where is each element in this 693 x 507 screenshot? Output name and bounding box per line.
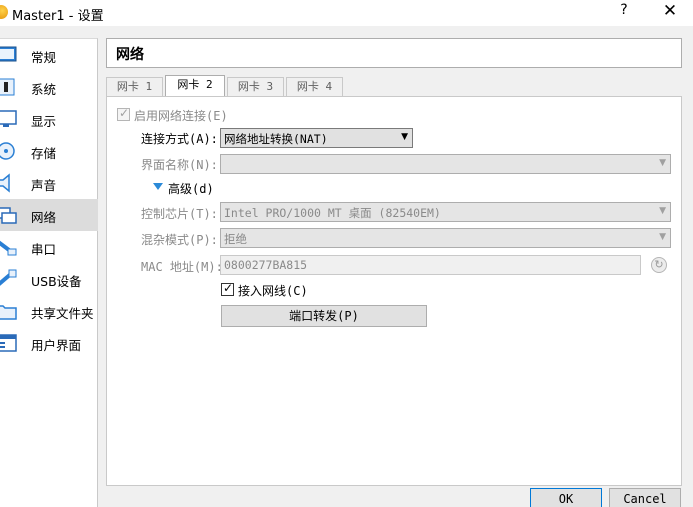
attached-to-value: 网络地址转换(NAT): [224, 132, 328, 146]
adapter-type-label: 控制芯片(T):: [141, 207, 218, 221]
dropdown-arrow-icon: ▼: [659, 206, 666, 216]
tab-adapter-2[interactable]: 网卡 2: [165, 75, 225, 97]
sidebar-item-serial[interactable]: 串口: [0, 231, 98, 263]
speaker-icon: [0, 173, 10, 193]
virtualbox-app-icon: [0, 5, 8, 19]
cable-connected-checkbox[interactable]: ✓: [221, 281, 234, 296]
refresh-mac-icon[interactable]: ↻: [651, 257, 667, 273]
dropdown-arrow-icon: ▼: [659, 232, 666, 242]
serial-port-icon: [0, 240, 17, 256]
storage-disk-icon: [0, 142, 15, 160]
checkmark-icon: ✓: [119, 106, 130, 120]
sidebar-item-user-interface[interactable]: 用户界面: [0, 327, 98, 359]
cancel-button[interactable]: Cancel: [609, 488, 681, 507]
usb-icon: [0, 269, 17, 286]
mac-address-field[interactable]: 0800277BA815: [220, 255, 641, 275]
general-settings-icon: [0, 46, 17, 62]
sidebar-item-label: 显示: [31, 114, 57, 129]
expand-triangle-icon[interactable]: [153, 183, 163, 190]
sidebar-item-audio[interactable]: 声音: [0, 167, 98, 199]
port-forwarding-button[interactable]: 端口转发(P): [221, 305, 427, 327]
sidebar-item-storage[interactable]: 存储: [0, 135, 98, 167]
enable-adapter-checkbox[interactable]: ✓: [117, 106, 130, 121]
system-chip-icon: [0, 78, 15, 96]
adapter-type-value: Intel PRO/1000 MT 桌面 (82540EM): [224, 206, 441, 220]
sidebar-item-general[interactable]: 常规: [0, 39, 98, 71]
interface-name-label: 界面名称(N):: [141, 158, 218, 172]
cable-connected-label: 接入网线(C): [238, 284, 308, 298]
sidebar-item-label: 串口: [31, 242, 57, 257]
sidebar-item-label: 常规: [31, 50, 57, 65]
shared-folder-icon: [0, 305, 17, 320]
sidebar-item-label: 系统: [31, 82, 57, 97]
adapter-type-select[interactable]: Intel PRO/1000 MT 桌面 (82540EM) ▼: [220, 202, 671, 222]
mac-address-value: 0800277BA815: [224, 258, 308, 272]
sidebar-item-label: 用户界面: [31, 338, 82, 353]
settings-sidebar: 常规 系统 显示 存储 声音 网络 串口 USB设备 共享文件夹 用户界面: [0, 38, 98, 507]
sidebar-item-label: 存储: [31, 146, 57, 161]
promiscuous-mode-value: 拒绝: [224, 232, 247, 246]
sidebar-item-network[interactable]: 网络: [0, 199, 98, 231]
mac-address-label: MAC 地址(M):: [141, 260, 223, 274]
advanced-toggle[interactable]: 高级(d): [168, 180, 214, 197]
help-button[interactable]: ?: [614, 2, 634, 24]
tab-adapter-1[interactable]: 网卡 1: [106, 77, 163, 97]
sidebar-item-usb[interactable]: USB设备: [0, 263, 98, 295]
promiscuous-mode-select[interactable]: 拒绝 ▼: [220, 228, 671, 248]
enable-adapter-label: 启用网络连接(E): [134, 109, 228, 123]
sidebar-item-label: 共享文件夹: [31, 306, 94, 321]
display-monitor-icon: [0, 110, 17, 127]
attached-to-select[interactable]: 网络地址转换(NAT) ▼: [220, 128, 413, 148]
sidebar-item-label: USB设备: [31, 274, 82, 289]
dropdown-arrow-icon: ▼: [401, 132, 408, 142]
sidebar-item-label: 声音: [31, 178, 57, 193]
tab-adapter-4[interactable]: 网卡 4: [286, 77, 343, 97]
sidebar-item-shared-folders[interactable]: 共享文件夹: [0, 295, 98, 327]
dropdown-arrow-icon: ▼: [659, 158, 666, 168]
promiscuous-mode-label: 混杂模式(P):: [141, 233, 218, 247]
network-icon: [0, 207, 17, 224]
attached-to-label: 连接方式(A):: [141, 132, 218, 146]
user-interface-icon: [0, 334, 17, 352]
title-bar: Master1 - 设置 ? ✕: [0, 0, 693, 26]
close-button[interactable]: ✕: [656, 1, 684, 25]
page-header: 网络: [106, 38, 682, 68]
page-title: 网络: [116, 47, 144, 63]
interface-name-select[interactable]: ▼: [220, 154, 671, 174]
tab-adapter-3[interactable]: 网卡 3: [227, 77, 284, 97]
checkmark-icon: ✓: [223, 281, 234, 295]
sidebar-item-system[interactable]: 系统: [0, 71, 98, 103]
ok-button[interactable]: OK: [530, 488, 602, 507]
sidebar-item-display[interactable]: 显示: [0, 103, 98, 135]
sidebar-item-label: 网络: [31, 210, 57, 225]
window-title: Master1 - 设置: [12, 9, 104, 24]
